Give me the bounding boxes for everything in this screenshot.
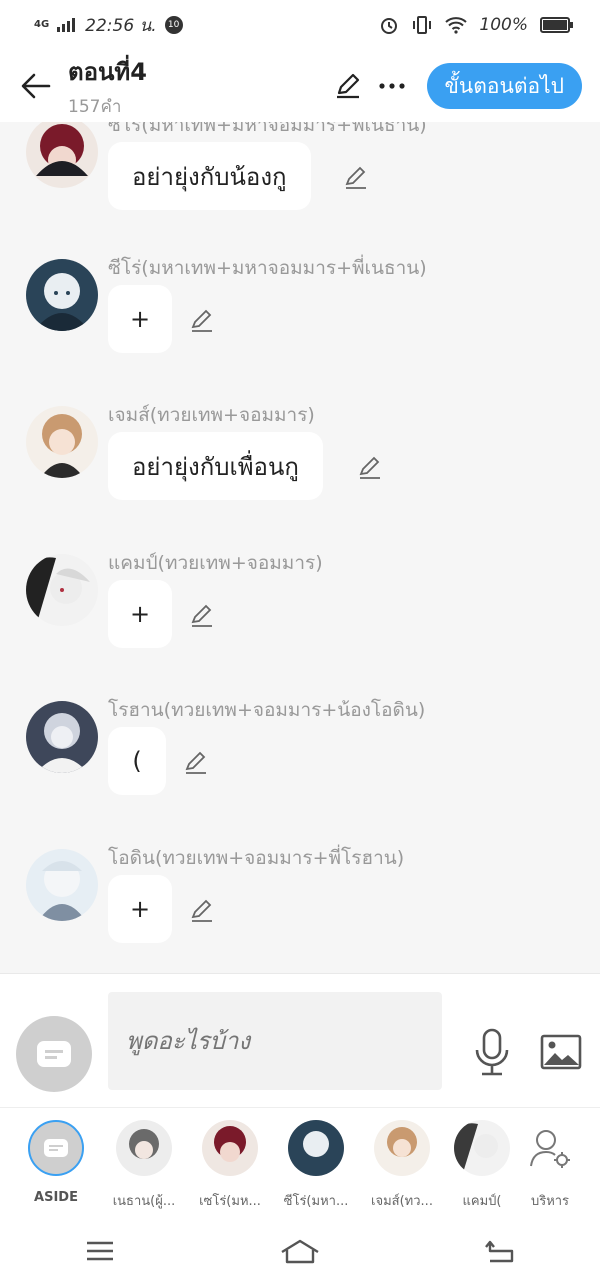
- character-name: ซีโร่(มหาเทพ+มหาจอมมาร+พี่เนธาน): [108, 122, 427, 136]
- manage-characters[interactable]: บริหาร: [510, 1118, 590, 1211]
- avatar[interactable]: [26, 701, 98, 773]
- status-bar: 4G 22:56 น. 10 100%: [0, 0, 600, 50]
- avatar[interactable]: [26, 122, 98, 188]
- aside-icon[interactable]: [16, 1016, 92, 1092]
- avatar[interactable]: [26, 554, 98, 626]
- battery-icon: [540, 17, 573, 33]
- message-bubble[interactable]: (: [108, 727, 166, 795]
- network-indicator: 4G: [34, 19, 50, 30]
- character-label: เจมส์(ทว...: [371, 1194, 433, 1209]
- chat-message-list[interactable]: ซีโร่(มหาเทพ+มหาจอมมาร+พี่เนธาน) อย่ายุ่…: [0, 122, 600, 972]
- edit-icon[interactable]: [342, 164, 370, 192]
- word-count: 157คำ: [68, 97, 122, 117]
- character-item[interactable]: เนธาน(ผู้...: [104, 1118, 184, 1211]
- character-name: ซีโร่(มหาเทพ+มหาจอมมาร+พี่เนธาน): [108, 257, 427, 279]
- edit-icon[interactable]: [182, 749, 210, 777]
- vibrate-icon: [413, 16, 432, 34]
- message-input[interactable]: [108, 992, 442, 1090]
- message-bubble[interactable]: +: [108, 875, 172, 943]
- character-aside[interactable]: ASIDE: [16, 1118, 96, 1205]
- microphone-icon[interactable]: [472, 1028, 512, 1076]
- avatar: [454, 1120, 510, 1176]
- avatar[interactable]: [26, 259, 98, 331]
- avatar: [374, 1120, 430, 1176]
- message-bubble[interactable]: อย่ายุ่งกับน้องกู: [108, 142, 311, 210]
- manage-users-icon: [522, 1120, 578, 1176]
- top-app-bar: ตอนที่4 157คำ ขั้นตอนต่อไป: [0, 50, 600, 122]
- system-navigation-bar: [0, 1215, 600, 1287]
- signal-icon: [57, 18, 76, 32]
- notification-badge: 10: [164, 16, 183, 34]
- back-icon[interactable]: [470, 1231, 530, 1271]
- message-composer: [0, 973, 600, 1107]
- character-name: โรฮาน(ทวยเทพ+จอมมาร+น้องโอดิน): [108, 699, 426, 721]
- character-label: เซโร่(มห...: [199, 1194, 261, 1209]
- avatar: [202, 1120, 258, 1176]
- aside-icon: [28, 1120, 84, 1176]
- character-name: เจมส์(ทวยเทพ+จอมมาร): [108, 404, 315, 426]
- title-block: ตอนที่4 157คำ: [68, 52, 331, 120]
- character-label: ซีโร่(มหา...: [283, 1194, 349, 1209]
- image-icon[interactable]: [540, 1034, 582, 1070]
- avatar: [288, 1120, 344, 1176]
- clock: 22:56 น.: [85, 15, 157, 36]
- edit-icon[interactable]: [188, 602, 216, 630]
- page-title: ตอนที่4: [68, 58, 147, 86]
- menu-icon[interactable]: [70, 1231, 130, 1271]
- character-name: โอดิน(ทวยเทพ+จอมมาร+พี่โรฮาน): [108, 847, 405, 869]
- character-item[interactable]: เซโร่(มห...: [190, 1118, 270, 1211]
- character-label: เนธาน(ผู้...: [112, 1194, 176, 1209]
- character-label: บริหาร: [530, 1194, 570, 1209]
- character-item[interactable]: ซีโร่(มหา...: [276, 1118, 356, 1211]
- message-bubble[interactable]: +: [108, 580, 172, 648]
- message-bubble[interactable]: อย่ายุ่งกับเพื่อนกู: [108, 432, 323, 500]
- character-name: แคมป์(ทวยเทพ+จอมมาร): [108, 552, 323, 574]
- more-icon[interactable]: [375, 69, 409, 103]
- avatar: [116, 1120, 172, 1176]
- edit-icon[interactable]: [356, 454, 384, 482]
- home-icon[interactable]: [270, 1231, 330, 1271]
- alarm-icon: [381, 18, 398, 34]
- battery-percent: 100%: [479, 15, 528, 35]
- message-bubble[interactable]: +: [108, 285, 172, 353]
- edit-icon[interactable]: [188, 897, 216, 925]
- wifi-icon: [445, 17, 468, 34]
- character-item[interactable]: เจมส์(ทว...: [362, 1118, 442, 1211]
- back-arrow-icon[interactable]: [18, 68, 54, 104]
- pencil-icon[interactable]: [331, 69, 365, 103]
- avatar[interactable]: [26, 849, 98, 921]
- next-step-button[interactable]: ขั้นตอนต่อไป: [426, 63, 582, 109]
- character-label: ASIDE: [34, 1190, 78, 1205]
- character-selector-bar: ASIDE เนธาน(ผู้... เซโร่(มห... ซีโร่(มหา…: [0, 1107, 600, 1216]
- edit-icon[interactable]: [188, 307, 216, 335]
- avatar[interactable]: [26, 406, 98, 478]
